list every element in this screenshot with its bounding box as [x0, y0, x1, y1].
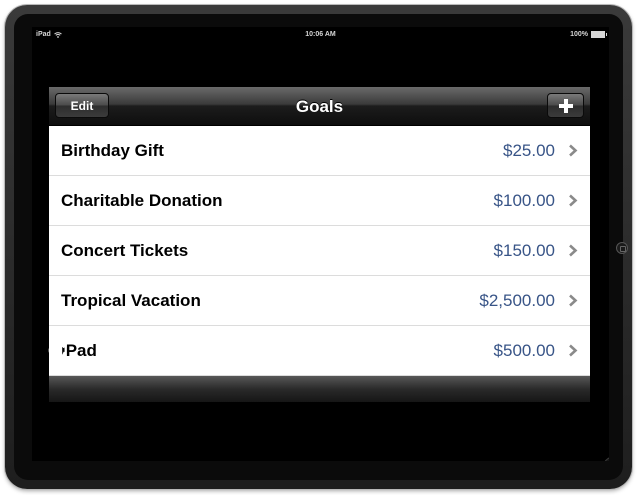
goal-row[interactable]: iPad $500.00	[49, 326, 590, 376]
navigation-bar: Edit Goals	[49, 87, 590, 126]
goal-name: Birthday Gift	[61, 141, 164, 160]
goal-row[interactable]: Tropical Vacation $2,500.00	[49, 276, 590, 326]
page-title: Goals	[295, 97, 344, 116]
scale-toggle-button[interactable]: 1x	[602, 456, 609, 461]
goal-amount: $100.00	[493, 191, 555, 210]
goal-amount: $500.00	[493, 341, 555, 360]
battery-percent: 100%	[570, 31, 588, 38]
goal-name: Tropical Vacation	[61, 291, 201, 310]
goal-name: Charitable Donation	[61, 191, 223, 210]
chevron-right-icon	[569, 244, 578, 257]
add-goal-button[interactable]	[547, 93, 584, 118]
status-bar: iPad 10:06 AM 100%	[32, 27, 609, 43]
status-time: 10:06 AM	[305, 31, 336, 38]
goal-name: Concert Tickets	[61, 241, 189, 260]
goal-row[interactable]: Charitable Donation $100.00	[49, 176, 590, 226]
battery-icon	[591, 31, 607, 38]
chevron-right-icon	[569, 294, 578, 307]
plus-icon	[558, 98, 573, 113]
goal-amount: $2,500.00	[479, 291, 555, 310]
goal-amount: $25.00	[503, 141, 555, 160]
goal-row[interactable]: Concert Tickets $150.00	[49, 226, 590, 276]
goal-amount: $150.00	[493, 241, 555, 260]
goal-row[interactable]: Birthday Gift $25.00	[49, 126, 590, 176]
home-button[interactable]	[616, 242, 628, 254]
status-right: 100%	[570, 31, 607, 38]
chevron-right-icon	[569, 194, 578, 207]
chevron-right-icon	[569, 144, 578, 157]
bottom-toolbar	[49, 376, 590, 402]
chevron-right-icon	[569, 344, 578, 357]
goal-list: Birthday Gift $25.00 Charitable Donation $1…	[49, 126, 590, 376]
app-panel: Edit Goals Birthday Gift $25.00 Charitable…	[49, 87, 590, 402]
refresh-icon[interactable]	[46, 338, 70, 362]
ipad-screen: iPad 10:06 AM 100% Edit Goals Birthday G…	[32, 27, 609, 461]
